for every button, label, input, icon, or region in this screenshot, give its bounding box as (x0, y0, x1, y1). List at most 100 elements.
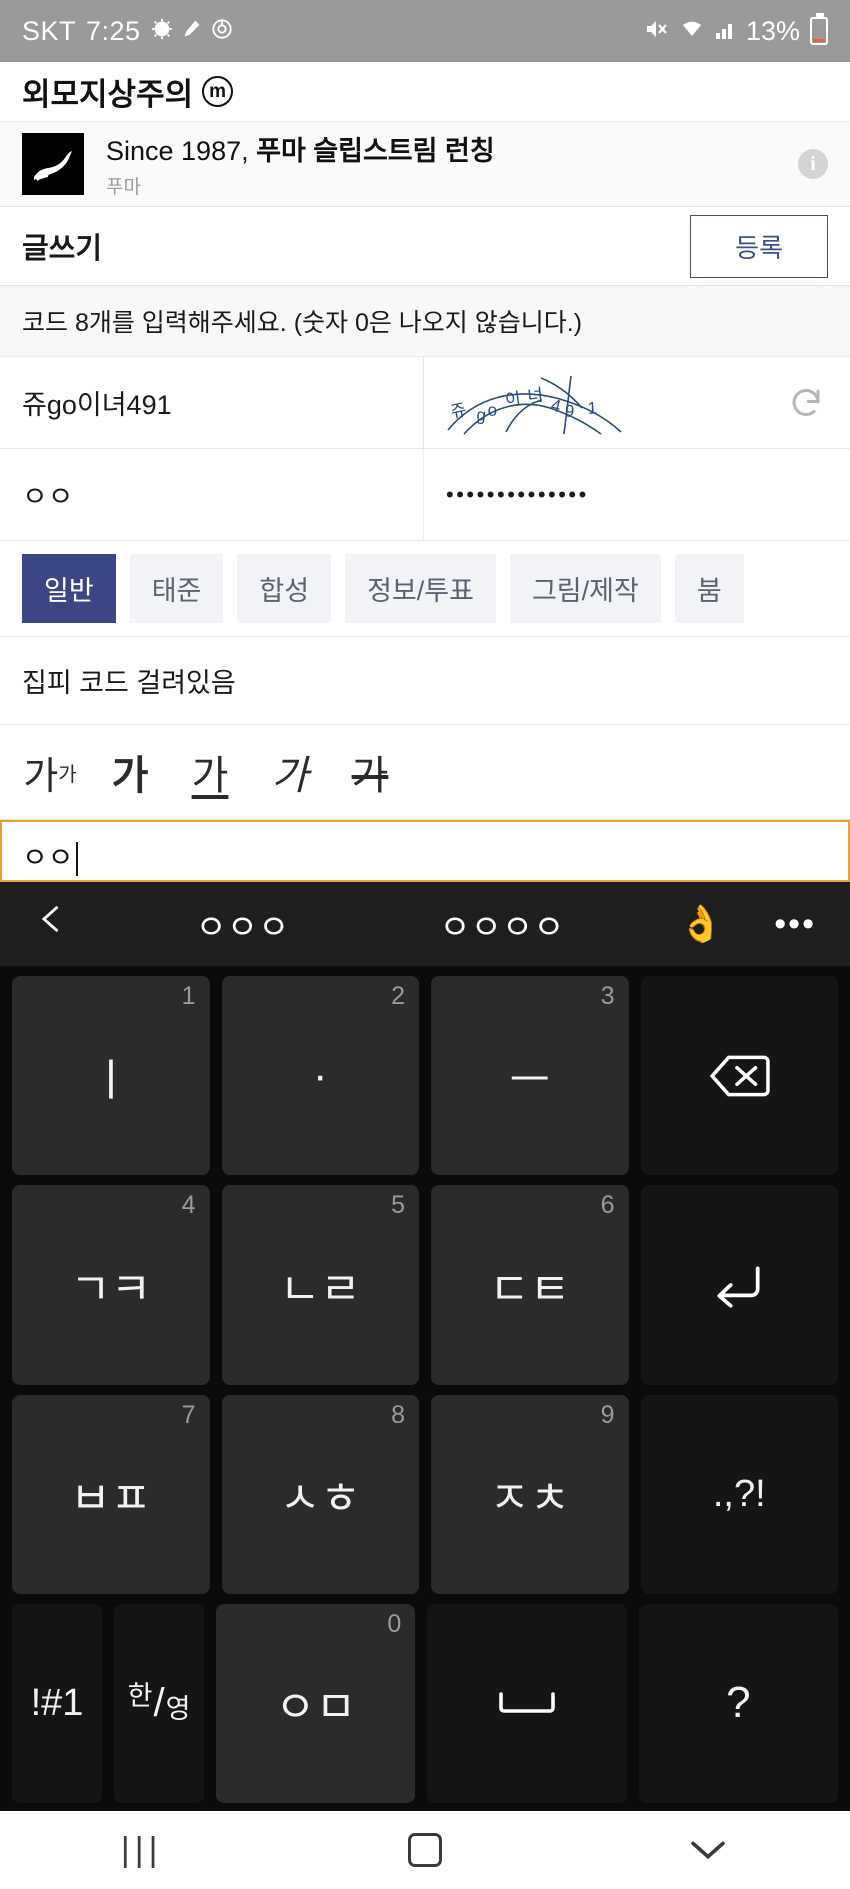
chevron-left-icon[interactable] (34, 899, 104, 949)
key-label: ? (726, 1678, 751, 1728)
keyboard-row-2: 4 ㄱㅋ 5 ㄴㄹ 6 ㄷㅌ (12, 1185, 838, 1385)
captcha-image-wrap: 쥬 g o 이 녀 4 9 1 (424, 357, 850, 448)
strikethrough-icon[interactable]: 가 (330, 725, 410, 819)
key-punctuation[interactable]: .,?! (640, 1394, 838, 1594)
svg-text:g: g (476, 405, 487, 425)
category-tab-strip[interactable]: 일반 태준 합성 정보/투표 그림/제작 붐 (0, 541, 850, 637)
bold-icon[interactable]: 가 (90, 725, 170, 819)
post-body-text: ㅇㅇ (22, 842, 74, 873)
key-digeut-tieut[interactable]: 6 ㄷㅌ (431, 1185, 629, 1385)
android-nav-bar: ||| (0, 1811, 850, 1889)
suggestion-item-2[interactable]: ㅇㅇㅇㅇ (439, 900, 564, 949)
credentials-row: ㅇㅇ •••••••••••••• (0, 449, 850, 541)
bold-glyph: 가 (111, 754, 149, 798)
battery-icon (810, 13, 828, 45)
svg-text:쥬: 쥬 (449, 400, 468, 422)
home-square-icon[interactable] (365, 1833, 485, 1867)
lang-stack: 한 / 영 (128, 1683, 191, 1724)
key-number: 6 (600, 1191, 615, 1220)
korean-cheonjiin-keyboard: 1 ㅣ 2 · 3 ㅡ 4 ㄱㅋ 5 ㄴㄹ 6 ㄷㅌ 7 ㅂㅍ 8 ㅅㅎ 9 ㅈ… (0, 966, 850, 1811)
community-logo-icon: m (202, 76, 234, 107)
ad-title-bold: 푸마 슬립스트림 런칭 (256, 136, 495, 166)
key-number: 4 (181, 1191, 196, 1220)
italic-icon[interactable]: 가 (250, 725, 330, 819)
key-label: ㅅㅎ (279, 1474, 361, 1524)
tab-general[interactable]: 일반 (22, 554, 116, 623)
submit-button[interactable]: 등록 (690, 214, 828, 278)
keyboard-row-4: !#1 한 / 영 0 ㅇㅁ ? (12, 1603, 838, 1803)
key-nieun-rieul[interactable]: 5 ㄴㄹ (221, 1185, 419, 1385)
key-symbols[interactable]: !#1 (12, 1603, 102, 1803)
key-question[interactable]: ? (638, 1603, 838, 1803)
suggestion-item-1[interactable]: ㅇㅇㅇ (196, 900, 290, 949)
key-i[interactable]: 1 ㅣ (12, 976, 210, 1176)
recents-icon[interactable]: ||| (82, 1831, 202, 1870)
svg-text:4: 4 (549, 395, 563, 416)
alarm-icon (151, 18, 173, 44)
font-size-sup-glyph: 가 (58, 763, 77, 786)
key-dot[interactable]: 2 · (221, 976, 419, 1176)
password-input[interactable]: •••••••••••••• (424, 449, 850, 540)
key-label: !#1 (30, 1681, 84, 1724)
svg-text:녀: 녀 (526, 385, 544, 406)
key-bieup-pieup[interactable]: 7 ㅂㅍ (12, 1394, 210, 1594)
ok-hand-emoji-icon[interactable]: 👌 (656, 903, 746, 945)
post-body-input[interactable]: ㅇㅇ (0, 820, 850, 882)
keyboard-toolbar: ㅇㅇㅇ ㅇㅇㅇㅇ 👌 ••• (0, 882, 850, 966)
svg-text:1: 1 (587, 398, 598, 418)
key-label: ㅂㅍ (70, 1474, 152, 1524)
status-bar: SKT 7:25 13% (0, 0, 850, 62)
text-caret (75, 842, 78, 876)
post-title-input[interactable]: 집피 코드 걸려있음 (0, 637, 850, 725)
key-label: ㄷㅌ (489, 1264, 571, 1314)
tab-info-vote[interactable]: 정보/투표 (345, 554, 496, 623)
clock-label: 7:25 (86, 15, 141, 46)
chevron-down-icon[interactable] (648, 1837, 768, 1863)
key-label: ㅇㅁ (275, 1683, 357, 1733)
backspace-icon[interactable] (640, 976, 838, 1176)
key-number: 3 (600, 982, 615, 1010)
ad-banner[interactable]: Since 1987, 푸마 슬립스트림 런칭 푸마 i (0, 121, 850, 207)
italic-glyph: 가 (271, 754, 309, 798)
pen-icon (182, 18, 202, 44)
space-icon[interactable] (427, 1603, 627, 1803)
underline-icon[interactable]: 가 (170, 725, 250, 819)
keyboard-more-icon[interactable]: ••• (746, 905, 816, 944)
captcha-input[interactable]: 쥬go이녀491 (0, 357, 424, 448)
ad-title: Since 1987, 푸마 슬립스트림 런칭 (106, 129, 495, 168)
write-heading: 글쓰기 (22, 233, 103, 265)
status-bar-left: SKT 7:25 (22, 16, 233, 47)
battery-percent-label: 13% (745, 15, 800, 46)
key-number: 1 (181, 982, 196, 1010)
ad-title-prefix: Since 1987, (106, 136, 257, 166)
key-language-toggle[interactable]: 한 / 영 (114, 1603, 204, 1803)
font-size-icon[interactable]: 가가 (10, 725, 90, 819)
key-siot-hieut[interactable]: 8 ㅅㅎ (221, 1394, 419, 1594)
puma-logo-icon (22, 133, 84, 195)
key-jieut-chieut[interactable]: 9 ㅈㅊ (431, 1394, 629, 1594)
nickname-input[interactable]: ㅇㅇ (0, 449, 424, 540)
format-toolbar: 가가 가 가 가 가 (0, 725, 850, 820)
key-eu[interactable]: 3 ㅡ (431, 976, 629, 1176)
enter-icon[interactable] (640, 1185, 838, 1385)
page-title: 외모지상주의 (22, 77, 194, 112)
tab-drawing-production[interactable]: 그림/제작 (509, 554, 661, 623)
key-ieung-mieum[interactable]: 0 ㅇㅁ (216, 1603, 416, 1803)
key-label: ㄴㄹ (279, 1264, 361, 1314)
captcha-notice: 코드 8개를 입력해주세요. (숫자 0은 나오지 않습니다.) (0, 286, 850, 357)
svg-text:o: o (487, 400, 498, 420)
tab-taejun[interactable]: 태준 (129, 554, 224, 623)
ad-advertiser: 푸마 (106, 177, 141, 198)
write-header: 글쓰기 등록 (0, 207, 850, 286)
font-size-glyph: 가 (23, 755, 59, 798)
key-label: ㅡ (509, 1055, 550, 1105)
tab-partial[interactable]: 붐 (674, 554, 744, 623)
refresh-icon[interactable] (784, 381, 828, 425)
key-label: .,?! (712, 1472, 766, 1515)
tab-composite[interactable]: 합성 (237, 554, 332, 623)
ad-text-block: Since 1987, 푸마 슬립스트림 런칭 푸마 (106, 129, 495, 199)
key-giyeok-kieuk[interactable]: 4 ㄱㅋ (12, 1185, 210, 1385)
info-icon[interactable]: i (798, 149, 828, 179)
strike-glyph: 가 (351, 754, 389, 798)
key-number: 7 (181, 1400, 196, 1429)
